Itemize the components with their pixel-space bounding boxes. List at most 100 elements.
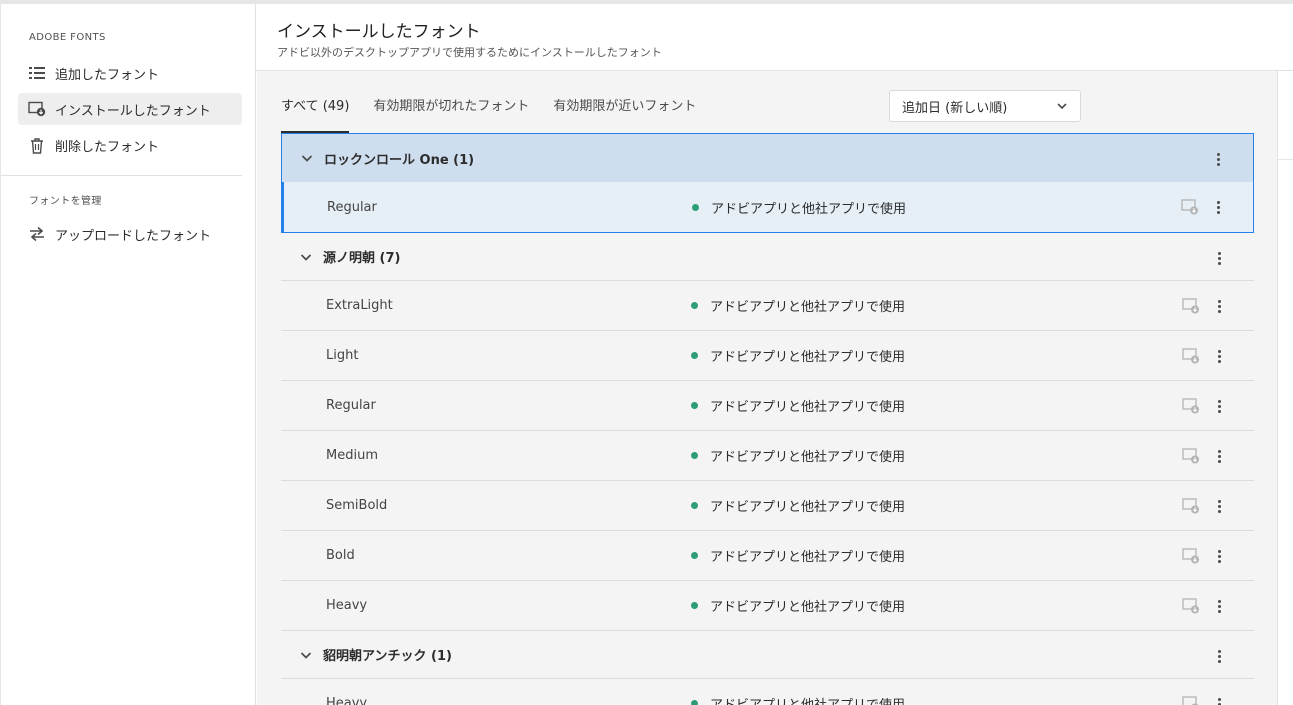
status-dot-icon bbox=[692, 203, 699, 211]
more-options-icon[interactable] bbox=[1210, 297, 1228, 315]
sidebar-item-removed-fonts[interactable]: 削除したフォント bbox=[18, 129, 242, 161]
install-toggle-icon[interactable] bbox=[1182, 397, 1200, 419]
status-text: アドビアプリと他社アプリで使用 bbox=[710, 450, 906, 465]
tab-all[interactable]: すべて (49) bbox=[281, 93, 350, 133]
status-text: アドビアプリと他社アプリで使用 bbox=[710, 600, 906, 615]
install-toggle-icon[interactable] bbox=[1182, 547, 1200, 569]
font-style-name: Bold bbox=[326, 548, 355, 563]
font-style-row[interactable]: Medium アドビアプリと他社アプリで使用 bbox=[281, 431, 1254, 481]
font-style-row[interactable]: Light アドビアプリと他社アプリで使用 bbox=[281, 331, 1254, 381]
chevron-down-icon[interactable] bbox=[300, 151, 320, 165]
status-indicator: アドビアプリと他社アプリで使用 bbox=[691, 296, 905, 315]
more-options-icon[interactable] bbox=[1210, 347, 1228, 365]
font-style-row[interactable]: Regular アドビアプリと他社アプリで使用 bbox=[282, 182, 1253, 232]
install-toggle-icon[interactable] bbox=[1182, 297, 1200, 319]
sidebar-divider bbox=[1, 175, 242, 176]
install-toggle-icon[interactable] bbox=[1182, 347, 1200, 369]
chevron-down-icon[interactable] bbox=[299, 648, 319, 662]
more-options-icon[interactable] bbox=[1210, 249, 1228, 267]
status-indicator: アドビアプリと他社アプリで使用 bbox=[691, 694, 905, 705]
sidebar: ADOBE FONTS 追加したフォント インストールしたフォント 削除したフォ… bbox=[0, 4, 256, 705]
font-style-row[interactable]: Bold アドビアプリと他社アプリで使用 bbox=[281, 531, 1254, 581]
install-toggle-icon[interactable] bbox=[1182, 695, 1200, 705]
status-indicator: アドビアプリと他社アプリで使用 bbox=[691, 346, 905, 365]
filter-tabs: すべて (49) 有効期限が切れたフォント 有効期限が近いフォント bbox=[281, 93, 720, 133]
font-style-name: Light bbox=[326, 348, 359, 363]
more-options-icon[interactable] bbox=[1210, 397, 1228, 415]
status-dot-icon bbox=[691, 402, 698, 409]
list-icon bbox=[28, 64, 46, 82]
install-toggle-icon[interactable] bbox=[1182, 597, 1200, 619]
install-toggle-icon[interactable] bbox=[1181, 198, 1199, 220]
font-style-name: Heavy bbox=[326, 598, 368, 613]
status-indicator: アドビアプリと他社アプリで使用 bbox=[691, 546, 905, 565]
status-text: アドビアプリと他社アプリで使用 bbox=[710, 500, 906, 515]
font-style-name: Medium bbox=[326, 448, 378, 463]
font-style-row[interactable]: Heavy アドビアプリと他社アプリで使用 bbox=[281, 679, 1254, 705]
status-indicator: アドビアプリと他社アプリで使用 bbox=[691, 596, 905, 615]
font-family-header[interactable]: 貂明朝アンチック (1) bbox=[281, 631, 1254, 679]
font-family-name: 貂明朝アンチック (1) bbox=[323, 649, 452, 664]
sort-dropdown[interactable]: 追加日 (新しい順) bbox=[889, 90, 1081, 122]
page-header: インストールしたフォント アドビ以外のデスクトップアプリで使用するためにインスト… bbox=[256, 4, 1293, 71]
more-options-icon[interactable] bbox=[1209, 198, 1227, 216]
status-dot-icon bbox=[691, 502, 698, 509]
more-options-icon[interactable] bbox=[1210, 597, 1228, 615]
font-family-name: ロックンロール One (1) bbox=[324, 152, 475, 168]
font-family-header[interactable]: ロックンロール One (1) bbox=[282, 134, 1253, 182]
font-style-row[interactable]: SemiBold アドビアプリと他社アプリで使用 bbox=[281, 481, 1254, 531]
sidebar-item-added-fonts[interactable]: 追加したフォント bbox=[18, 57, 242, 89]
sidebar-section-adobe-fonts: ADOBE FONTS bbox=[29, 32, 106, 43]
status-text: アドビアプリと他社アプリで使用 bbox=[710, 400, 906, 415]
sidebar-item-label: アップロードしたフォント bbox=[55, 228, 212, 244]
status-dot-icon bbox=[691, 552, 698, 559]
sidebar-item-label: 削除したフォント bbox=[55, 139, 160, 155]
font-family-group: ロックンロール One (1) Regular アドビアプリと他社アプリで使用 bbox=[281, 133, 1254, 233]
font-style-row[interactable]: ExtraLight アドビアプリと他社アプリで使用 bbox=[281, 281, 1254, 331]
sidebar-item-uploaded-fonts[interactable]: アップロードしたフォント bbox=[18, 218, 242, 250]
upload-arrows-icon bbox=[28, 225, 46, 243]
font-style-name: SemiBold bbox=[326, 498, 388, 513]
font-family-group: 貂明朝アンチック (1) Heavy アドビアプリと他社アプリで使用 bbox=[281, 631, 1254, 705]
chevron-down-icon bbox=[1056, 100, 1068, 116]
sidebar-item-installed-fonts[interactable]: インストールしたフォント bbox=[18, 93, 242, 125]
install-toggle-icon[interactable] bbox=[1182, 447, 1200, 469]
trash-icon bbox=[28, 136, 46, 154]
status-dot-icon bbox=[691, 302, 698, 309]
install-icon bbox=[28, 100, 46, 118]
status-dot-icon bbox=[691, 352, 698, 359]
font-family-group: 源ノ明朝 (7) ExtraLight アドビアプリと他社アプリで使用 Light アド… bbox=[281, 233, 1254, 631]
more-options-icon[interactable] bbox=[1210, 497, 1228, 515]
more-options-icon[interactable] bbox=[1210, 447, 1228, 465]
status-dot-icon bbox=[691, 602, 698, 609]
sidebar-item-label: インストールしたフォント bbox=[55, 103, 211, 119]
more-options-icon[interactable] bbox=[1210, 647, 1228, 665]
page-title: インストールしたフォント bbox=[277, 22, 481, 42]
status-indicator: アドビアプリと他社アプリで使用 bbox=[691, 496, 905, 515]
install-toggle-icon[interactable] bbox=[1182, 497, 1200, 519]
app-window: ADOBE FONTS 追加したフォント インストールしたフォント 削除したフォ… bbox=[0, 0, 1293, 705]
sidebar-item-label: 追加したフォント bbox=[55, 67, 160, 83]
font-family-list: ロックンロール One (1) Regular アドビアプリと他社アプリで使用 源ノ明… bbox=[281, 133, 1254, 705]
status-indicator: アドビアプリと他社アプリで使用 bbox=[691, 396, 905, 415]
more-options-icon[interactable] bbox=[1209, 150, 1227, 168]
font-style-name: Regular bbox=[326, 398, 376, 413]
status-text: アドビアプリと他社アプリで使用 bbox=[710, 550, 906, 565]
status-text: アドビアプリと他社アプリで使用 bbox=[710, 300, 906, 315]
font-family-header[interactable]: 源ノ明朝 (7) bbox=[281, 233, 1254, 281]
sort-dropdown-value: 追加日 (新しい順) bbox=[902, 100, 1008, 116]
status-dot-icon bbox=[691, 452, 698, 459]
tab-expired[interactable]: 有効期限が切れたフォント bbox=[373, 93, 529, 133]
sidebar-section-manage: フォントを管理 bbox=[29, 196, 102, 207]
more-options-icon[interactable] bbox=[1210, 695, 1228, 705]
more-options-icon[interactable] bbox=[1210, 547, 1228, 565]
font-style-name: ExtraLight bbox=[326, 298, 393, 313]
chevron-down-icon[interactable] bbox=[299, 250, 319, 264]
font-style-row[interactable]: Regular アドビアプリと他社アプリで使用 bbox=[281, 381, 1254, 431]
status-dot-icon bbox=[691, 700, 698, 705]
page-subtitle: アドビ以外のデスクトップアプリで使用するためにインストールしたフォント bbox=[277, 46, 662, 59]
status-indicator: アドビアプリと他社アプリで使用 bbox=[691, 446, 905, 465]
font-style-row[interactable]: Heavy アドビアプリと他社アプリで使用 bbox=[281, 581, 1254, 631]
tab-expiring-soon[interactable]: 有効期限が近いフォント bbox=[553, 93, 696, 133]
right-panel-edge bbox=[1277, 71, 1293, 705]
